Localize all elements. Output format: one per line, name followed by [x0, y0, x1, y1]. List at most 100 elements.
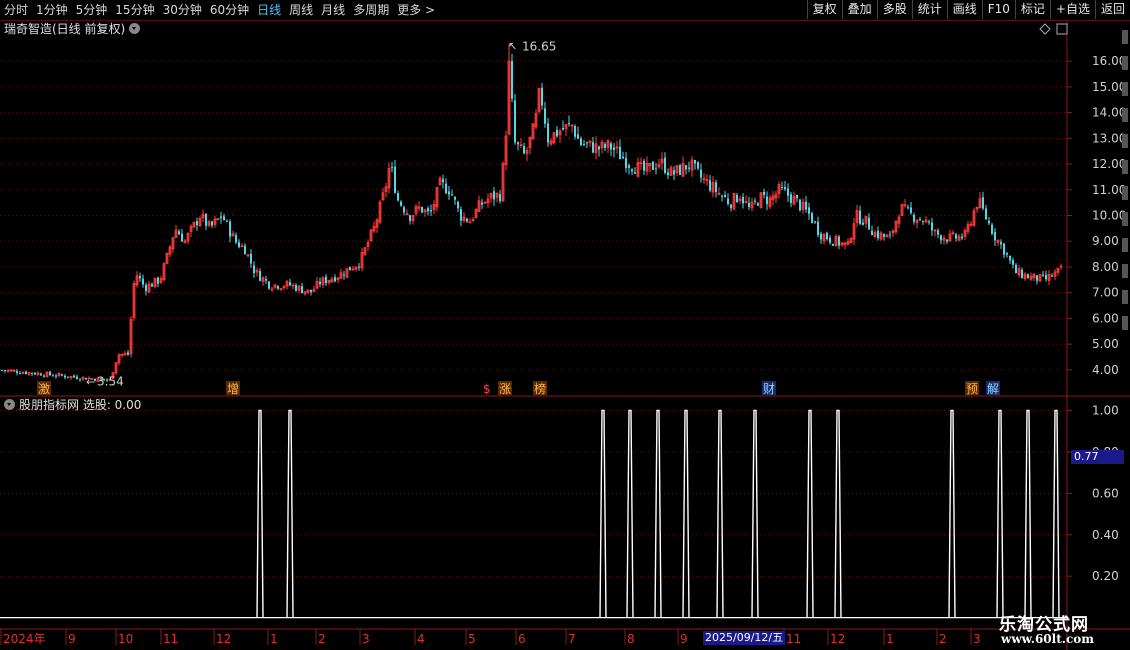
candle-body — [574, 126, 576, 137]
candle-body — [445, 183, 447, 194]
candle-body — [1021, 269, 1023, 278]
candle-body — [49, 371, 51, 375]
low-arrow: ← — [86, 376, 95, 389]
candle-body — [466, 218, 468, 222]
candle-body — [457, 201, 459, 209]
indicator-signal — [716, 409, 724, 618]
candle-body — [715, 182, 717, 192]
candle-body — [709, 180, 711, 191]
indicator-signal — [834, 409, 842, 618]
candle-body — [358, 266, 360, 268]
indicator-signal — [1052, 409, 1060, 618]
xaxis-label: 1 — [886, 632, 894, 646]
indicator-signal — [286, 409, 294, 618]
candle-body — [34, 372, 36, 375]
indicator-signal — [626, 409, 634, 618]
candle-body — [430, 210, 432, 212]
price-tick-label: 12.00 — [1092, 157, 1126, 171]
candle-body — [397, 193, 399, 201]
xaxis-label: 5 — [468, 632, 476, 646]
candle-body — [349, 266, 351, 271]
candle-body — [610, 143, 612, 150]
xaxis-label: 12 — [830, 632, 845, 646]
candle-body — [604, 143, 606, 148]
candle-body — [511, 60, 513, 99]
candle-body — [628, 165, 630, 168]
candle-body — [391, 166, 393, 169]
candle-body — [580, 138, 582, 146]
date-cursor-label: 2025/09/12/五 — [703, 631, 786, 645]
event-marker: 榜 — [534, 381, 546, 396]
candle-body — [157, 277, 159, 284]
candle-body — [244, 245, 246, 255]
candle-body — [52, 375, 54, 377]
candle-body — [253, 265, 255, 274]
xaxis-label: 11 — [786, 632, 801, 646]
candle-body — [265, 278, 267, 281]
candle-body — [568, 123, 570, 125]
candle-body — [55, 375, 57, 377]
event-marker: $ — [483, 382, 491, 396]
candle-body — [805, 201, 807, 210]
event-marker: 涨 — [499, 381, 511, 396]
candle-body — [517, 142, 519, 145]
candle-body — [700, 169, 702, 178]
indicator-signal — [806, 409, 814, 618]
diamond-icon — [1039, 23, 1051, 35]
indicator-signal — [682, 409, 690, 618]
candle-body — [829, 237, 831, 243]
candle-body — [697, 162, 699, 169]
candle-body — [721, 195, 723, 197]
candle-body — [883, 233, 885, 237]
candle-body — [31, 372, 33, 374]
xaxis-label: 11 — [163, 632, 178, 646]
side-panel-text — [1122, 160, 1128, 174]
candle-body — [667, 172, 669, 176]
candle-body — [919, 219, 921, 221]
candle-body — [19, 373, 21, 375]
candle-body — [817, 221, 819, 235]
candle-body — [1009, 255, 1011, 261]
price-tick-label: 4.00 — [1092, 363, 1119, 377]
candle-body — [991, 224, 993, 234]
candle-body — [196, 221, 198, 226]
xaxis-label: 9 — [68, 632, 76, 646]
candle-body — [784, 186, 786, 190]
chart-canvas[interactable]: 4.005.006.007.008.009.0010.0011.0012.001… — [0, 0, 1130, 650]
candle-body — [736, 194, 738, 203]
candle-body — [139, 276, 141, 279]
candle-body — [622, 156, 624, 159]
side-panel-text — [1122, 290, 1128, 304]
candle-body — [586, 142, 588, 144]
candle-body — [940, 235, 942, 241]
candle-body — [76, 376, 78, 379]
side-panel-text — [1122, 316, 1128, 330]
candle-body — [79, 379, 81, 381]
candle-body — [403, 207, 405, 213]
candle-body — [790, 194, 792, 203]
xaxis-label: 7 — [568, 632, 576, 646]
candle-body — [859, 210, 861, 224]
candle-body — [25, 371, 27, 374]
candle-body — [994, 232, 996, 241]
candle-body — [211, 221, 213, 226]
candle-body — [544, 108, 546, 124]
candle-body — [655, 168, 657, 170]
candle-body — [1000, 242, 1002, 245]
candle-body — [40, 373, 42, 376]
candle-body — [724, 194, 726, 198]
candle-body — [664, 157, 666, 173]
candle-body — [235, 235, 237, 243]
candle-body — [343, 274, 345, 276]
price-tick-label: 8.00 — [1092, 260, 1119, 274]
candle-body — [910, 207, 912, 213]
candle-body — [598, 146, 600, 150]
indicator-tick-label: 1.00 — [1092, 403, 1119, 417]
xaxis-label: 9 — [680, 632, 688, 646]
xaxis-label: 8 — [627, 632, 635, 646]
price-tick-label: 7.00 — [1092, 286, 1119, 300]
candle-body — [652, 161, 654, 171]
candle-body — [727, 198, 729, 204]
candle-body — [757, 203, 759, 206]
candle-body — [523, 146, 525, 154]
